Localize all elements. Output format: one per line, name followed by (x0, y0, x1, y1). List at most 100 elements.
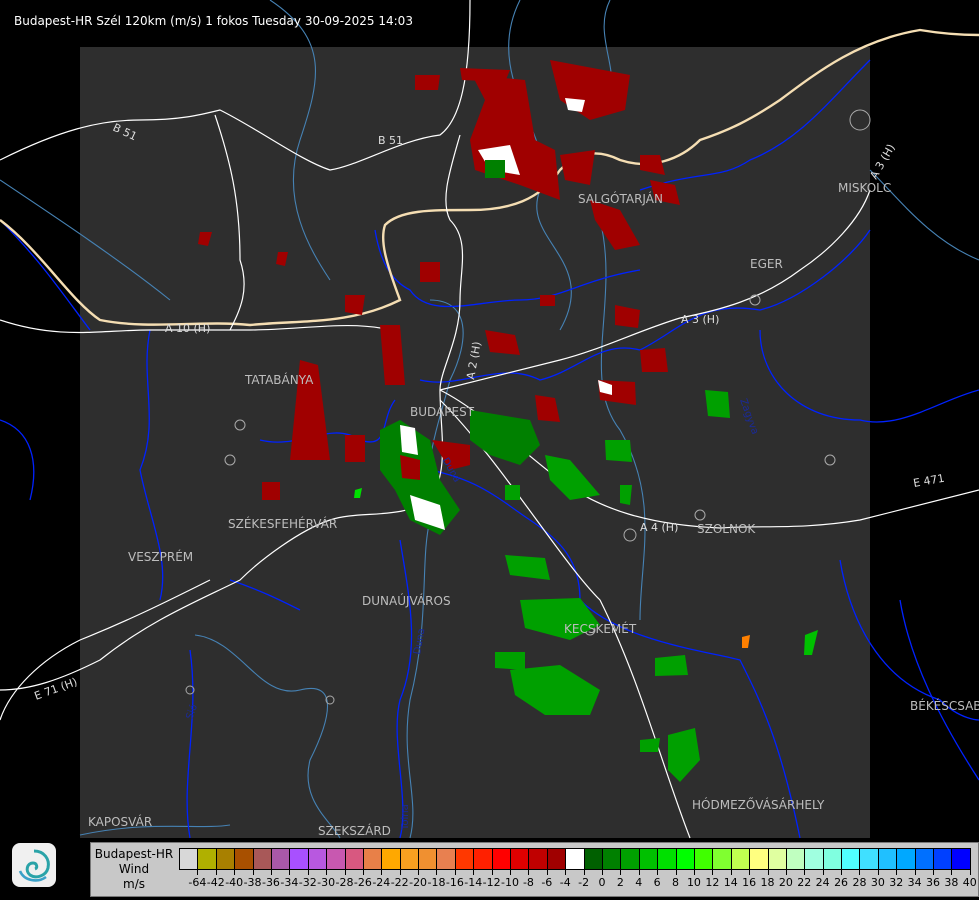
road-label: E 471 (912, 472, 945, 490)
legend-color-box: 22 (786, 849, 811, 889)
legend-tick-label: 36 (926, 876, 941, 889)
legend-tick (197, 869, 199, 875)
legend-tick-label: -2 (578, 876, 590, 889)
legend-tick (730, 869, 732, 875)
legend-color-box: -42 (198, 849, 225, 889)
legend-tick (491, 869, 493, 875)
legend-tick-label: -12 (482, 876, 501, 889)
legend-color-box: 24 (805, 849, 830, 889)
legend-tick-label: -26 (353, 876, 372, 889)
legend-tick-label: -4 (559, 876, 571, 889)
legend-tick (362, 869, 364, 875)
legend-color-box: -20 (400, 849, 427, 889)
legend-tick-label: -38 (243, 876, 262, 889)
legend-tick-label: -6 (541, 876, 553, 889)
legend-tick (951, 869, 953, 875)
legend-tick (620, 869, 622, 875)
legend-tick (657, 869, 659, 875)
legend-tick-label: -42 (206, 876, 225, 889)
legend-color-box: -26 (345, 849, 372, 889)
legend-tick-label: -32 (298, 876, 317, 889)
legend-tick (822, 869, 824, 875)
legend-tick (546, 869, 548, 875)
legend-color-box: 16 (731, 849, 756, 889)
legend-tick-label: 32 (889, 876, 904, 889)
city-label: BUDAPEST (410, 405, 475, 419)
legend-color-box: -32 (290, 849, 317, 889)
legend-tick (344, 869, 346, 875)
legend-tick-label: 26 (834, 876, 849, 889)
legend-tick-label: 28 (852, 876, 867, 889)
legend-tick-label: -36 (261, 876, 280, 889)
legend-color-box: 40 (952, 849, 977, 889)
legend-color-box: 14 (713, 849, 738, 889)
legend-tick-label: -30 (317, 876, 336, 889)
legend-color-box: 20 (768, 849, 793, 889)
city-label: VESZPRÉM (128, 549, 193, 564)
legend-tick (896, 869, 898, 875)
legend-tick (381, 869, 383, 875)
city-label: SZEKSZÁRD (318, 823, 391, 838)
legend-tick-label: -18 (427, 876, 446, 889)
legend-color-box: 32 (878, 849, 903, 889)
river-label: Tolna (400, 804, 411, 831)
legend-tick (454, 869, 456, 875)
legend-tick-label: 12 (705, 876, 720, 889)
legend-color-box: -64 (180, 849, 206, 889)
legend-color-box: -12 (474, 849, 501, 889)
legend-color-box: -14 (455, 849, 482, 889)
legend-tick (712, 869, 714, 875)
legend-tick-label: 24 (815, 876, 830, 889)
legend-tick-label: -24 (372, 876, 391, 889)
city-label: KAPOSVÁR (88, 814, 152, 829)
road-label: B 51 (378, 134, 403, 147)
legend-color-box: 8 (658, 849, 679, 889)
legend-product: Budapest-HR (94, 847, 174, 861)
map-title: Budapest-HR Szél 120km (m/s) 1 fokos Tue… (14, 14, 413, 28)
legend-tick (307, 869, 309, 875)
color-scale-legend: Budapest-HR Wind m/s -64 -42 -40 -38 -36 -34-… (90, 842, 979, 897)
city-label: HÓDMEZŐVÁSÁRHELY (692, 797, 825, 812)
legend-tick-label: 20 (778, 876, 793, 889)
legend-tick (326, 869, 328, 875)
city-label: MISKOLC (838, 181, 891, 195)
legend-tick-label: 30 (870, 876, 885, 889)
legend-tick (804, 869, 806, 875)
legend-tick-label: -64 (188, 876, 207, 889)
legend-color-box: 10 (676, 849, 701, 889)
legend-color-box: 36 (915, 849, 940, 889)
legend-color-box: -18 (419, 849, 445, 889)
legend-color-box: -36 (253, 849, 280, 889)
legend-tick-label: 18 (760, 876, 775, 889)
legend-tick (399, 869, 401, 875)
legend-color-box: -4 (547, 849, 571, 889)
legend-tick-label: 14 (723, 876, 738, 889)
legend-tick (749, 869, 751, 875)
legend-tick (289, 869, 291, 875)
legend-color-box: -10 (492, 849, 519, 889)
legend-tick (528, 869, 530, 875)
legend-tick-label: -14 (464, 876, 483, 889)
legend-color-box: -28 (327, 849, 354, 889)
legend-tick (252, 869, 254, 875)
legend-tick (418, 869, 420, 875)
legend-tick-label: -8 (522, 876, 534, 889)
legend-tick (270, 869, 272, 875)
legend-color-box: 34 (897, 849, 922, 889)
legend-color-box: -6 (529, 849, 552, 889)
legend-tick (638, 869, 640, 875)
legend-tick-label: 38 (944, 876, 959, 889)
legend-color-box: -16 (437, 849, 464, 889)
legend-tick-label: -10 (501, 876, 520, 889)
legend-tick (675, 869, 677, 875)
city-label: SZÉKESFEHÉRVÁR (228, 516, 337, 531)
legend-color-box: 2 (602, 849, 624, 889)
legend-tick (914, 869, 916, 875)
legend-color-box: -24 (363, 849, 390, 889)
legend-tick-label: -20 (409, 876, 428, 889)
legend-color-box: 12 (694, 849, 719, 889)
legend-color-box: 26 (823, 849, 848, 889)
legend-color-box: 4 (621, 849, 642, 889)
color-scale: -64 -42 -40 -38 -36 -34 -32 -30 -28 -26 -24 -22 -20-… (179, 848, 977, 889)
road-label: A 3 (H) (681, 313, 719, 326)
